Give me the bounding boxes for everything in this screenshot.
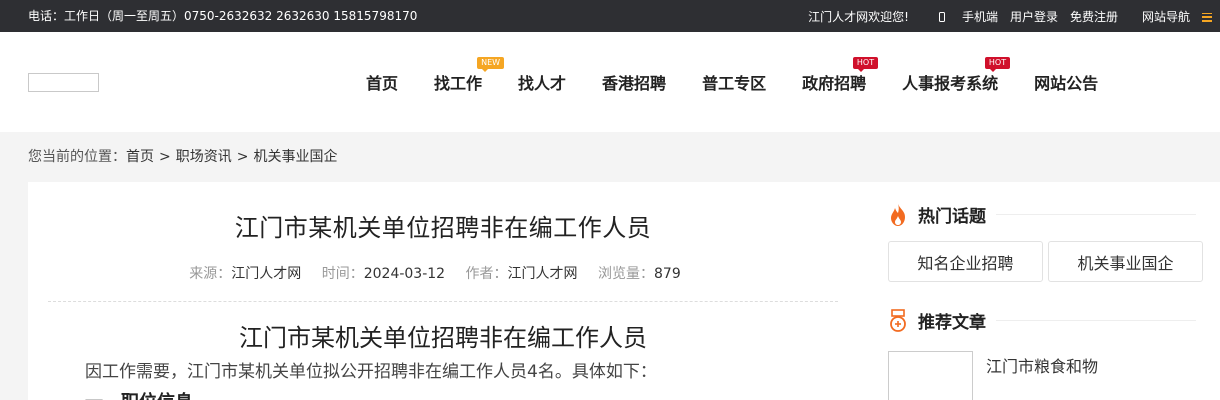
nav-label: 人事报考系统 <box>902 74 999 93</box>
nav-item-exam-system[interactable]: 人事报考系统 HOT <box>902 57 1011 94</box>
recommended-article[interactable]: 江门市粮食和物 <box>888 351 1208 400</box>
hot-badge: HOT <box>852 57 879 72</box>
author-value: 江门人才网 <box>507 266 578 282</box>
breadcrumb-separator: > <box>236 149 249 165</box>
content-card: 江门市某机关单位招聘非在编工作人员 来源：江门人才网 时间：2024-03-12… <box>28 182 1220 400</box>
nav-label: 政府招聘 <box>802 74 867 93</box>
tag-famous-companies[interactable]: 知名企业招聘 <box>888 241 1043 282</box>
flame-icon <box>888 203 908 227</box>
article-thumbnail[interactable] <box>888 351 973 400</box>
breadcrumb-gov-enterprises[interactable]: 机关事业国企 <box>253 149 337 165</box>
article-intro: 因工作需要，江门市某机关单位拟公开招聘非在编工作人员4名。具体如下： <box>85 362 657 382</box>
site-nav-label: 网站导航 <box>1141 9 1190 24</box>
nav-label: 普工专区 <box>702 74 767 93</box>
login-link[interactable]: 用户登录 <box>1010 8 1058 25</box>
top-bar: 电话：工作日（周一至周五）0750-2632632 2632630 158157… <box>0 0 1220 32</box>
article-meta: 来源：江门人才网 时间：2024-03-12 作者：江门人才网 浏览量：879 <box>48 263 838 283</box>
tag-gov-enterprises[interactable]: 机关事业国企 <box>1048 241 1203 282</box>
nav-item-announcements[interactable]: 网站公告 <box>1034 70 1098 94</box>
source-value: 江门人才网 <box>231 266 302 282</box>
hot-topics-heading: 热门话题 <box>888 202 1208 227</box>
nav-item-home[interactable]: 首页 <box>366 70 398 94</box>
views-value: 879 <box>654 266 681 282</box>
new-badge: NEW <box>477 57 505 72</box>
nav-label: 找工作 <box>434 74 483 93</box>
top-bar-links: 江门人才网欢迎您! 手机端 用户登录 免费注册 网站导航 <box>808 0 1220 32</box>
hot-badge: HOT <box>984 57 1011 72</box>
nav-item-hk-jobs[interactable]: 香港招聘 <box>602 70 666 94</box>
time-value: 2024-03-12 <box>363 266 446 282</box>
recommended-article-title[interactable]: 江门市粮食和物 <box>986 353 1098 400</box>
heading-rule <box>996 214 1196 215</box>
hot-tags: 知名企业招聘 机关事业国企 <box>888 241 1208 282</box>
breadcrumb: 您当前的位置：首页 > 职场资讯 > 机关事业国企 <box>28 146 337 166</box>
heading-rule <box>996 320 1196 321</box>
breadcrumb-career-news[interactable]: 职场资讯 <box>176 149 232 165</box>
mobile-label: 手机端 <box>961 9 998 24</box>
contact-info: 电话：工作日（周一至周五）0750-2632632 2632630 158157… <box>28 9 418 23</box>
register-link[interactable]: 免费注册 <box>1070 8 1118 25</box>
site-nav-link[interactable]: 网站导航 <box>1130 8 1220 25</box>
divider <box>48 301 838 302</box>
recommended-title: 推荐文章 <box>918 313 986 333</box>
menu-icon <box>1202 12 1212 22</box>
hot-topics-title: 热门话题 <box>918 207 986 227</box>
views-label: 浏览量： <box>598 266 654 282</box>
nav-label: 网站公告 <box>1034 74 1099 93</box>
article-title: 江门市某机关单位招聘非在编工作人员 <box>234 214 652 242</box>
nav-label: 找人才 <box>518 74 567 93</box>
nav-label: 首页 <box>366 74 399 93</box>
breadcrumb-home[interactable]: 首页 <box>126 149 154 165</box>
breadcrumb-prefix: 您当前的位置： <box>28 149 126 165</box>
main-nav: 首页 找工作 NEW 找人才 香港招聘 普工专区 政府招聘 HOT 人事报考系统 HO… <box>348 32 1116 132</box>
welcome-text: 江门人才网欢迎您! <box>808 9 909 24</box>
nav-item-general-workers[interactable]: 普工专区 <box>702 70 766 94</box>
phone-icon <box>938 11 945 22</box>
nav-item-gov-jobs[interactable]: 政府招聘 HOT <box>802 57 879 94</box>
sidebar: 热门话题 知名企业招聘 机关事业国企 推荐文章 江门市粮食和物 <box>888 182 1208 400</box>
article-subtitle: 江门市某机关单位招聘非在编工作人员 <box>239 324 647 352</box>
article: 江门市某机关单位招聘非在编工作人员 来源：江门人才网 时间：2024-03-12… <box>48 182 838 400</box>
recommended-heading: 推荐文章 <box>888 308 1208 333</box>
mobile-link[interactable]: 手机端 <box>927 8 998 25</box>
site-logo[interactable] <box>28 73 99 92</box>
header: 首页 找工作 NEW 找人才 香港招聘 普工专区 政府招聘 HOT 人事报考系统 HO… <box>0 32 1220 132</box>
medal-icon <box>888 308 908 333</box>
section-heading: 一、职位信息 <box>85 388 838 400</box>
nav-item-find-talent[interactable]: 找人才 <box>518 70 566 94</box>
author-label: 作者： <box>465 266 508 282</box>
nav-item-find-job[interactable]: 找工作 NEW <box>434 57 505 94</box>
source-label: 来源： <box>189 266 232 282</box>
nav-label: 香港招聘 <box>602 74 667 93</box>
breadcrumb-separator: > <box>159 149 171 165</box>
time-label: 时间： <box>321 266 364 282</box>
